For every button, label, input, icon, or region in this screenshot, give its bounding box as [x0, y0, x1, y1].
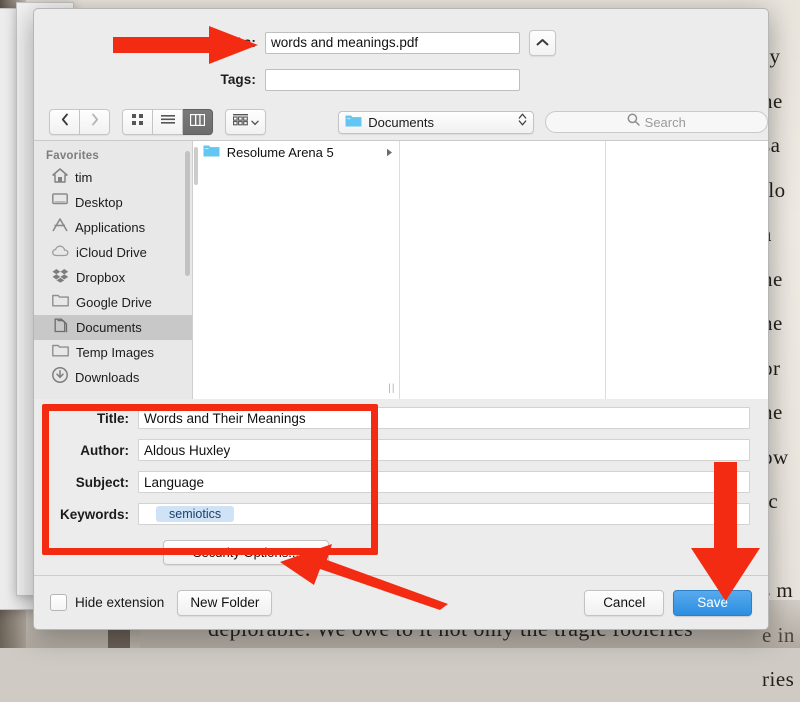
- downloads-icon: [52, 367, 68, 388]
- desktop-icon: [52, 193, 68, 212]
- icon-view-icon: [131, 113, 144, 131]
- expand-collapse-button[interactable]: [529, 30, 556, 56]
- list-item-label: Resolume Arena 5: [227, 145, 379, 160]
- sidebar-item-icloud-drive[interactable]: iCloud Drive: [34, 240, 192, 265]
- hide-extension-checkbox[interactable]: [50, 594, 67, 611]
- file-browser: Favorites tim Desktop Applications iCloud D…: [34, 140, 768, 401]
- column-view-button[interactable]: [183, 109, 213, 135]
- chevron-up-icon: [536, 38, 549, 47]
- keyword-token[interactable]: semiotics: [156, 506, 234, 522]
- column-1-scrollbar[interactable]: [194, 147, 198, 185]
- save-as-input[interactable]: words and meanings.pdf: [265, 32, 520, 54]
- dialog-footer: Hide extension New Folder Cancel Save: [34, 575, 768, 629]
- metadata-row: Title:Words and Their Meanings: [34, 405, 768, 431]
- tags-row: Tags:: [34, 66, 768, 93]
- save-as-row: Save As: words and meanings.pdf: [34, 29, 768, 56]
- sidebar-item-google-drive[interactable]: Google Drive: [34, 290, 192, 315]
- subject-field[interactable]: Language: [138, 471, 750, 493]
- sidebar-item-label: tim: [75, 170, 92, 185]
- sidebar-item-downloads[interactable]: Downloads: [34, 365, 192, 390]
- save-as-label: Save As:: [34, 35, 265, 50]
- blue-folder-icon: [345, 113, 362, 132]
- book-text-fragment: ries: [762, 657, 800, 702]
- list-item[interactable]: Resolume Arena 5: [193, 141, 399, 164]
- search-placeholder: Search: [645, 115, 686, 130]
- path-popup-button[interactable]: Documents: [338, 111, 533, 134]
- browser-column-1: Resolume Arena 5 ||: [193, 141, 400, 400]
- path-popup-label: Documents: [368, 115, 517, 130]
- sidebar-item-label: Documents: [76, 320, 142, 335]
- sidebar: Favorites tim Desktop Applications iCloud D…: [34, 141, 193, 400]
- metadata-row: Keywords: semiotics: [34, 501, 768, 527]
- cancel-button[interactable]: Cancel: [584, 590, 664, 616]
- sidebar-item-label: Temp Images: [76, 345, 154, 360]
- disclosure-triangle-icon[interactable]: [386, 144, 393, 162]
- sidebar-item-tim[interactable]: tim: [34, 165, 192, 190]
- pdf-metadata-panel: Title:Words and Their MeaningsAuthor:Ald…: [34, 399, 768, 551]
- list-view-button[interactable]: [153, 109, 183, 135]
- documents-icon: [52, 318, 69, 338]
- tags-label: Tags:: [34, 72, 265, 87]
- sidebar-item-desktop[interactable]: Desktop: [34, 190, 192, 215]
- search-input[interactable]: Search: [545, 111, 768, 133]
- arrange-button[interactable]: [225, 109, 266, 135]
- finder-toolbar: Documents Search: [34, 107, 768, 137]
- author-label: Author:: [34, 443, 138, 458]
- sidebar-item-label: Dropbox: [76, 270, 125, 285]
- updown-chevron-icon: [518, 112, 527, 132]
- chevron-left-icon: [61, 113, 69, 131]
- tags-input[interactable]: [265, 69, 520, 91]
- back-button[interactable]: [49, 109, 80, 135]
- sidebar-header: Favorites: [34, 141, 192, 165]
- forward-button[interactable]: [80, 109, 110, 135]
- keywords-field[interactable]: semiotics: [138, 503, 750, 525]
- subject-label: Subject:: [34, 475, 138, 490]
- sidebar-item-label: iCloud Drive: [76, 245, 147, 260]
- keywords-label: Keywords:: [34, 507, 138, 522]
- sidebar-scrollbar[interactable]: [185, 151, 190, 276]
- browser-column-3[interactable]: [606, 141, 768, 400]
- list-view-icon: [161, 113, 175, 131]
- folder-icon: [52, 293, 69, 312]
- sidebar-item-dropbox[interactable]: Dropbox: [34, 265, 192, 290]
- nav-button-group: [49, 109, 110, 135]
- sidebar-item-applications[interactable]: Applications: [34, 215, 192, 240]
- dropbox-icon: [52, 268, 69, 288]
- metadata-row: Subject:Language: [34, 469, 768, 495]
- title-label: Title:: [34, 411, 138, 426]
- save-dialog: Save As: words and meanings.pdf Tags:: [33, 8, 769, 630]
- security-options-button[interactable]: Security Options...: [163, 540, 329, 565]
- blue-folder-icon: [203, 143, 220, 162]
- author-field[interactable]: Aldous Huxley: [138, 439, 750, 461]
- column-resize-grip[interactable]: ||: [388, 383, 395, 394]
- search-icon: [627, 113, 640, 131]
- sidebar-item-label: Desktop: [75, 195, 123, 210]
- view-mode-group: [122, 109, 213, 135]
- sidebar-item-temp-images[interactable]: Temp Images: [34, 340, 192, 365]
- browser-column-2[interactable]: [400, 141, 607, 400]
- new-folder-button[interactable]: New Folder: [177, 590, 272, 616]
- icon-view-button[interactable]: [122, 109, 153, 135]
- security-options-row: Security Options...: [34, 540, 768, 565]
- save-button[interactable]: Save: [673, 590, 752, 616]
- column-view-icon: [190, 113, 205, 131]
- folder-icon: [52, 343, 69, 362]
- chevron-down-icon: [251, 113, 259, 131]
- sidebar-item-label: Google Drive: [76, 295, 152, 310]
- home-icon: [52, 168, 68, 188]
- chevron-right-icon: [91, 113, 99, 131]
- sidebar-item-documents[interactable]: Documents: [34, 315, 192, 340]
- arrange-icon: [233, 113, 248, 131]
- hide-extension-label: Hide extension: [75, 595, 164, 610]
- sidebar-item-label: Applications: [75, 220, 145, 235]
- metadata-row: Author:Aldous Huxley: [34, 437, 768, 463]
- cloud-icon: [52, 244, 69, 262]
- title-field[interactable]: Words and Their Meanings: [138, 407, 750, 429]
- applications-icon: [52, 218, 68, 238]
- sidebar-item-label: Downloads: [75, 370, 139, 385]
